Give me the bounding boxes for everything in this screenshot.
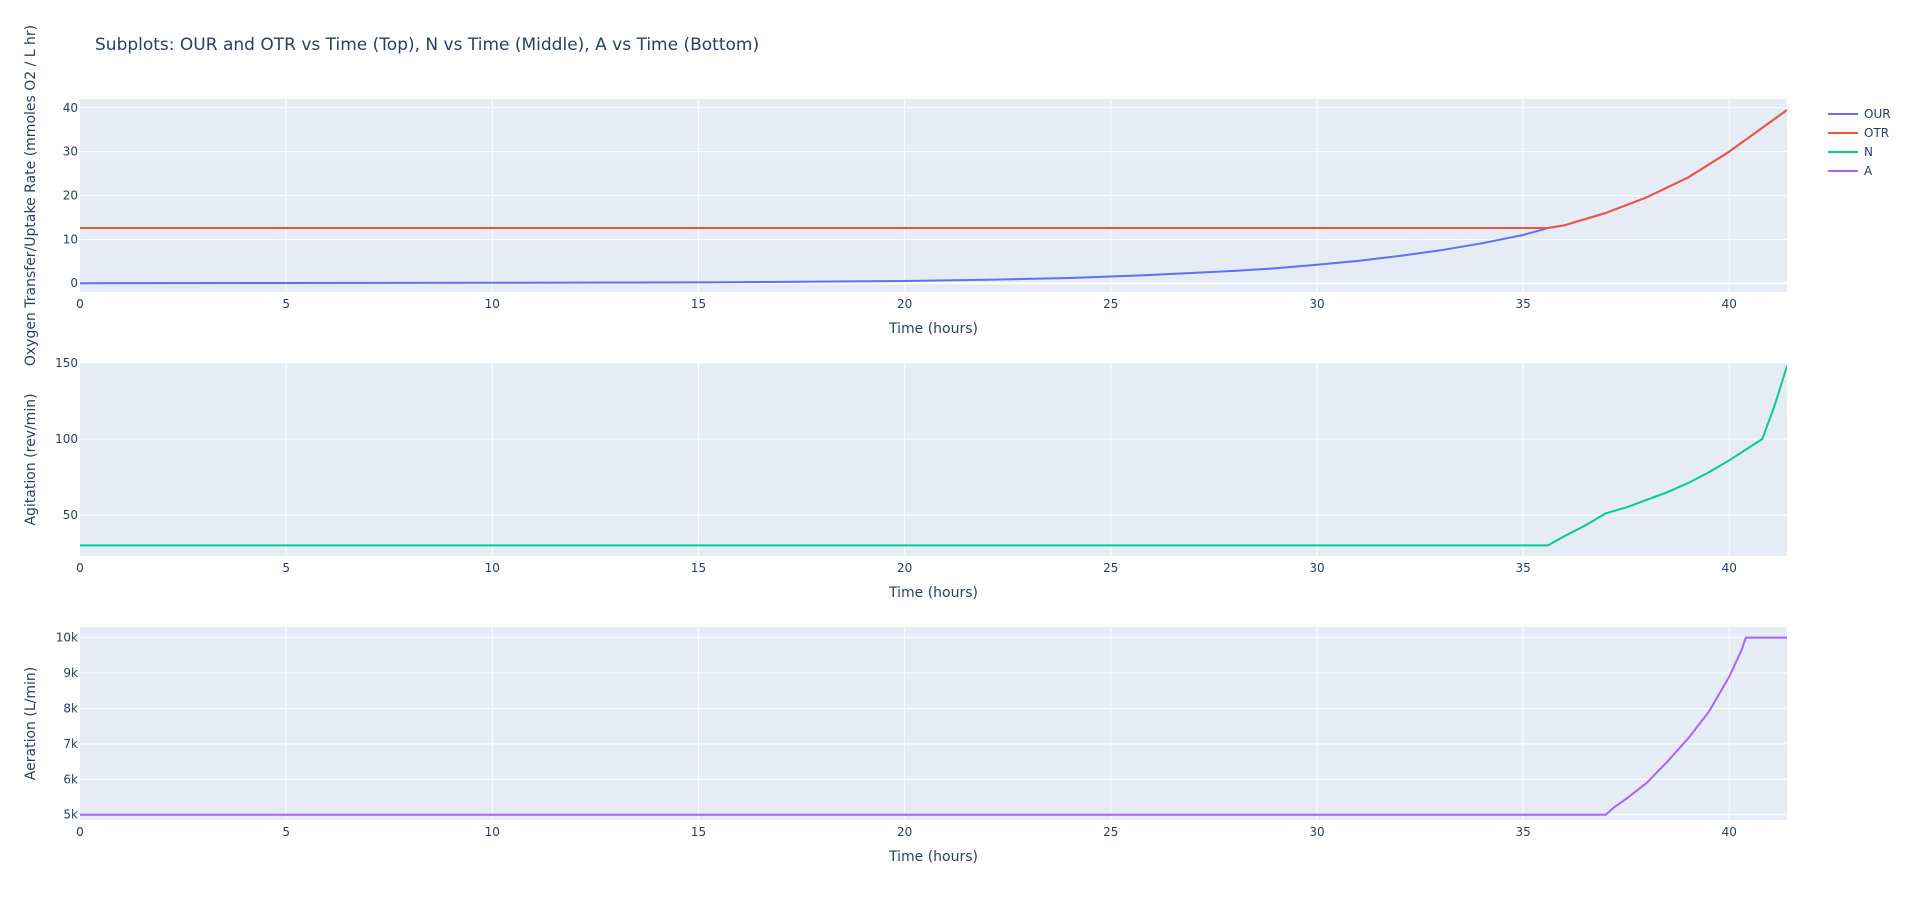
subplot-2: 0 5 10 15 20 25 30 35 40 50 100 150 Time (hours) Agit… — [23, 356, 1787, 601]
x-tick-label: 15 — [691, 825, 706, 839]
x-tick-label: 40 — [1722, 297, 1737, 311]
y-tick-label: 10k — [56, 631, 78, 645]
x-tick-label: 35 — [1515, 297, 1530, 311]
x-axis-title: Time (hours) — [888, 321, 978, 337]
y-tick-label: 8k — [63, 701, 78, 715]
x-tick-label: 0 — [76, 561, 84, 575]
y-tick-label: 20 — [63, 189, 78, 203]
y-axis-title: Aeration (L/min) — [23, 667, 39, 780]
y-tick-label: 40 — [63, 101, 78, 115]
x-tick-label: 15 — [691, 297, 706, 311]
y-tick-label: 50 — [63, 508, 78, 522]
x-tick-label: 25 — [1103, 297, 1118, 311]
x-tick-label: 0 — [76, 825, 84, 839]
x-tick-label: 25 — [1103, 561, 1118, 575]
x-tick-label: 20 — [897, 297, 912, 311]
plot-background — [80, 363, 1787, 556]
y-tick-label: 0 — [70, 276, 78, 290]
x-tick-label: 20 — [897, 561, 912, 575]
x-tick-label: 15 — [691, 561, 706, 575]
x-tick-label: 35 — [1515, 561, 1530, 575]
y-tick-label: 6k — [63, 772, 78, 786]
x-tick-label: 35 — [1515, 825, 1530, 839]
x-axis-title: Time (hours) — [888, 585, 978, 601]
y-tick-label: 9k — [63, 666, 78, 680]
legend-label: OTR — [1864, 126, 1889, 140]
x-tick-label: 30 — [1309, 561, 1324, 575]
x-tick-label: 25 — [1103, 825, 1118, 839]
subplot-1: 0 5 10 15 20 25 30 35 40 0 10 20 30 40 Time (hours) Oxy… — [23, 25, 1787, 366]
legend-item-n[interactable]: N — [1828, 145, 1873, 159]
y-tick-label: 7k — [63, 737, 78, 751]
x-tick-label: 5 — [282, 561, 290, 575]
y-axis-title: Agitation (rev/min) — [23, 393, 39, 525]
x-tick-label: 10 — [485, 561, 500, 575]
chart-title: Subplots: OUR and OTR vs Time (Top), N v… — [95, 35, 759, 55]
x-tick-label: 10 — [485, 297, 500, 311]
x-tick-label: 30 — [1309, 825, 1324, 839]
plot-background — [80, 627, 1787, 820]
y-tick-label: 30 — [63, 145, 78, 159]
x-tick-label: 30 — [1309, 297, 1324, 311]
legend-item-our[interactable]: OUR — [1828, 107, 1891, 121]
legend: OUR OTR NA — [1828, 107, 1891, 178]
legend-label: N — [1864, 145, 1873, 159]
legend-label: OUR — [1864, 107, 1891, 121]
subplots: 0 5 10 15 20 25 30 35 40 0 10 20 30 40 Time (hours) Oxy… — [23, 25, 1787, 865]
y-tick-label: 150 — [55, 356, 78, 370]
x-tick-label: 20 — [897, 825, 912, 839]
legend-label: A — [1864, 164, 1873, 178]
x-tick-label: 40 — [1722, 825, 1737, 839]
x-tick-label: 10 — [485, 825, 500, 839]
subplot-3: 0 5 10 15 20 25 30 35 40 5k 6k 7k 8k 9k 10k Time (hours… — [23, 627, 1787, 865]
x-axis-title: Time (hours) — [888, 849, 978, 865]
x-tick-label: 0 — [76, 297, 84, 311]
y-tick-label: 10 — [63, 232, 78, 246]
y-axis-title: Oxygen Transfer/Uptake Rate (mmoles O2 /… — [23, 25, 39, 366]
y-tick-label: 5k — [63, 808, 78, 822]
x-tick-label: 40 — [1722, 561, 1737, 575]
legend-item-otr[interactable]: OTR — [1828, 126, 1889, 140]
x-tick-label: 5 — [282, 825, 290, 839]
x-tick-label: 5 — [282, 297, 290, 311]
legend-item-a[interactable]: A — [1828, 164, 1873, 178]
y-tick-label: 100 — [55, 432, 78, 446]
figure: Subplots: OUR and OTR vs Time (Top), N v… — [23, 25, 1891, 865]
